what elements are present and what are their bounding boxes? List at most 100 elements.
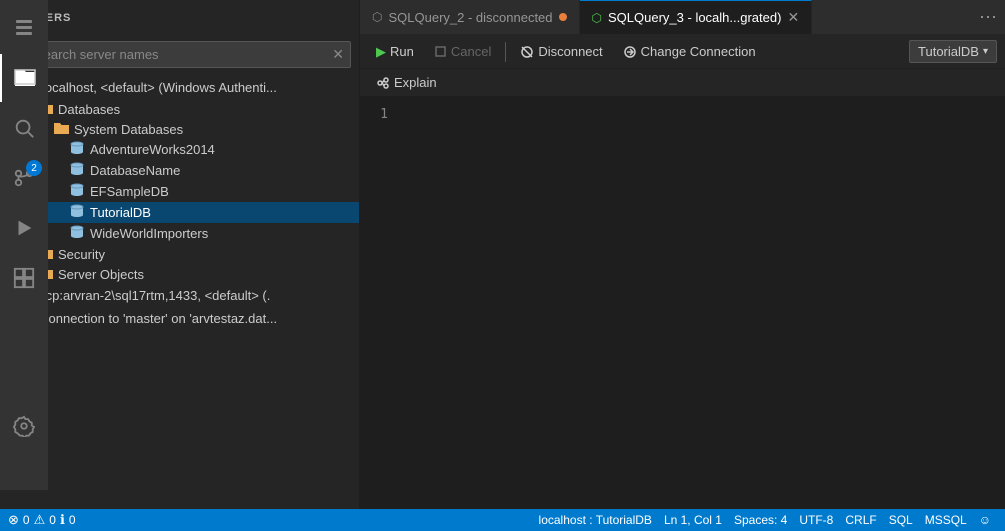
status-bar-left: ⊗ 0 ⚠ 0 ℹ 0 bbox=[8, 512, 80, 528]
explain-button[interactable]: Explain bbox=[368, 72, 445, 93]
status-bar-right: localhost : TutorialDB Ln 1, Col 1 Space… bbox=[533, 509, 997, 531]
db-icon-tutorialdb bbox=[68, 204, 86, 221]
change-connection-icon bbox=[623, 45, 637, 59]
tree-item-tcp-server[interactable]: ▶ tcp:arvran-2\sql17rtm,1433, <default> … bbox=[0, 284, 359, 307]
flavor-text: MSSQL bbox=[925, 513, 967, 527]
disconnect-button[interactable]: Disconnect bbox=[512, 41, 610, 62]
status-connection[interactable]: localhost : TutorialDB bbox=[533, 509, 658, 531]
run-icon[interactable] bbox=[0, 204, 48, 252]
tree-item-tutorialdb[interactable]: TutorialDB bbox=[0, 202, 359, 223]
db-icon-wideworldimporters bbox=[68, 225, 86, 242]
activity-bar: 2 bbox=[0, 0, 48, 490]
search-clear-button[interactable]: ✕ bbox=[332, 46, 344, 63]
search-input[interactable] bbox=[35, 47, 332, 62]
activity-bar-bottom bbox=[0, 402, 48, 450]
db-icon-databasename bbox=[68, 162, 86, 179]
tree-item-connection-master[interactable]: ▶ connection to 'master' on 'arvtestaz.d… bbox=[0, 307, 359, 330]
change-connection-button[interactable]: Change Connection bbox=[615, 41, 764, 62]
tree-item-databases[interactable]: ▾ Databases bbox=[0, 99, 359, 119]
search-icon[interactable] bbox=[0, 104, 48, 152]
tree-label-security: Security bbox=[58, 247, 105, 262]
status-flavor[interactable]: MSSQL bbox=[919, 509, 973, 531]
tab-sqlquery2[interactable]: ⬡ SQLQuery_2 - disconnected bbox=[360, 0, 580, 34]
run-button[interactable]: ▶ Run bbox=[368, 41, 422, 63]
warning-count: 0 bbox=[49, 513, 56, 527]
search-bar-container: ✕ bbox=[8, 41, 351, 68]
tree-item-serverobjects[interactable]: ▶ Server Objects bbox=[0, 264, 359, 284]
database-name: TutorialDB bbox=[918, 44, 979, 59]
spaces-text: Spaces: 4 bbox=[734, 513, 787, 527]
tree-item-localhost[interactable]: ▾ localhost, <default> (Windows Authenti… bbox=[0, 76, 359, 99]
cancel-label: Cancel bbox=[451, 44, 491, 59]
line-numbers: 1 bbox=[360, 105, 400, 501]
status-bar: ⊗ 0 ⚠ 0 ℹ 0 localhost : TutorialDB Ln 1,… bbox=[0, 509, 1005, 531]
tree-label-tutorialdb: TutorialDB bbox=[90, 205, 151, 220]
tab-close-button[interactable]: ✕ bbox=[787, 9, 799, 26]
folder-icon-systemdb bbox=[52, 121, 70, 137]
info-icon[interactable]: ℹ bbox=[60, 512, 65, 528]
database-selector[interactable]: TutorialDB ▾ bbox=[909, 40, 997, 63]
editor-content[interactable]: 1 bbox=[360, 97, 1005, 509]
sidebar: SERVERS ✕ ▾ localhost, <default> (Window… bbox=[0, 0, 360, 509]
feedback-icon: ☺ bbox=[979, 513, 991, 527]
tab-label-sqlquery2: SQLQuery_2 - disconnected bbox=[388, 10, 552, 25]
tree-label-systemdb: System Databases bbox=[74, 122, 183, 137]
tree-label-databasename: DatabaseName bbox=[90, 163, 180, 178]
status-position[interactable]: Ln 1, Col 1 bbox=[658, 509, 728, 531]
run-icon: ▶ bbox=[376, 44, 386, 60]
error-icon[interactable]: ⊗ bbox=[8, 512, 19, 528]
tree-label-serverobjects: Server Objects bbox=[58, 267, 144, 282]
dropdown-icon: ▾ bbox=[983, 46, 988, 57]
source-control-icon[interactable]: 2 bbox=[0, 154, 48, 202]
editor-area: ⬡ SQLQuery_2 - disconnected ⬡ SQLQuery_3… bbox=[360, 0, 1005, 509]
position-text: Ln 1, Col 1 bbox=[664, 513, 722, 527]
tree-label-databases: Databases bbox=[58, 102, 120, 117]
tabs-more-button[interactable]: ⋯ bbox=[971, 0, 1005, 34]
tab-sqlquery3[interactable]: ⬡ SQLQuery_3 - localh...grated) ✕ bbox=[580, 0, 813, 34]
language-text: SQL bbox=[889, 513, 913, 527]
line-number-1: 1 bbox=[360, 105, 388, 125]
tree-item-databasename[interactable]: DatabaseName bbox=[0, 160, 359, 181]
status-bar-icons: ⊗ 0 ⚠ 0 ℹ 0 bbox=[8, 512, 76, 528]
server-tree: ▾ localhost, <default> (Windows Authenti… bbox=[0, 76, 359, 509]
explain-icon bbox=[376, 76, 390, 90]
status-encoding[interactable]: UTF-8 bbox=[793, 509, 839, 531]
db-icon-efsampledb bbox=[68, 183, 86, 200]
settings-icon[interactable] bbox=[0, 402, 48, 450]
extensions-icon[interactable] bbox=[0, 254, 48, 302]
run-label: Run bbox=[390, 44, 414, 59]
explain-label: Explain bbox=[394, 75, 437, 90]
status-line-ending[interactable]: CRLF bbox=[839, 509, 882, 531]
explorer-icon[interactable] bbox=[0, 54, 48, 102]
status-spaces[interactable]: Spaces: 4 bbox=[728, 509, 793, 531]
line-ending-text: CRLF bbox=[845, 513, 876, 527]
tree-label-connection-master: connection to 'master' on 'arvtestaz.dat… bbox=[42, 311, 277, 326]
disconnect-label: Disconnect bbox=[538, 44, 602, 59]
sidebar-title: SERVERS bbox=[0, 0, 359, 35]
tree-item-adventureworks[interactable]: AdventureWorks2014 bbox=[0, 139, 359, 160]
change-connection-label: Change Connection bbox=[641, 44, 756, 59]
tree-label-localhost: localhost, <default> (Windows Authenti..… bbox=[42, 80, 277, 95]
connection-text: localhost : TutorialDB bbox=[539, 513, 652, 527]
error-count: 0 bbox=[23, 513, 30, 527]
disconnect-icon bbox=[520, 45, 534, 59]
editor-toolbar: ▶ Run Cancel Disconnect Change Connectio… bbox=[360, 35, 1005, 69]
encoding-text: UTF-8 bbox=[799, 513, 833, 527]
cancel-icon bbox=[434, 45, 447, 58]
info-count: 0 bbox=[69, 513, 76, 527]
tree-item-systemdb[interactable]: ▶ System Databases bbox=[0, 119, 359, 139]
tab-icon-disconnected: ⬡ bbox=[372, 10, 382, 24]
tree-item-security[interactable]: ▶ Security bbox=[0, 244, 359, 264]
status-feedback-icon[interactable]: ☺ bbox=[973, 509, 997, 531]
cancel-button[interactable]: Cancel bbox=[426, 41, 499, 62]
tabs-bar: ⬡ SQLQuery_2 - disconnected ⬡ SQLQuery_3… bbox=[360, 0, 1005, 35]
toolbar-separator bbox=[505, 42, 506, 62]
tab-icon-connected: ⬡ bbox=[592, 11, 602, 25]
tree-label-efsampledb: EFSampleDB bbox=[90, 184, 169, 199]
files-icon[interactable] bbox=[0, 4, 48, 52]
warning-icon[interactable]: ⚠ bbox=[34, 512, 46, 528]
tree-item-wideworldimporters[interactable]: WideWorldImporters bbox=[0, 223, 359, 244]
editor-text-area[interactable] bbox=[400, 105, 1005, 501]
tree-item-efsampledb[interactable]: EFSampleDB bbox=[0, 181, 359, 202]
status-language[interactable]: SQL bbox=[883, 509, 919, 531]
